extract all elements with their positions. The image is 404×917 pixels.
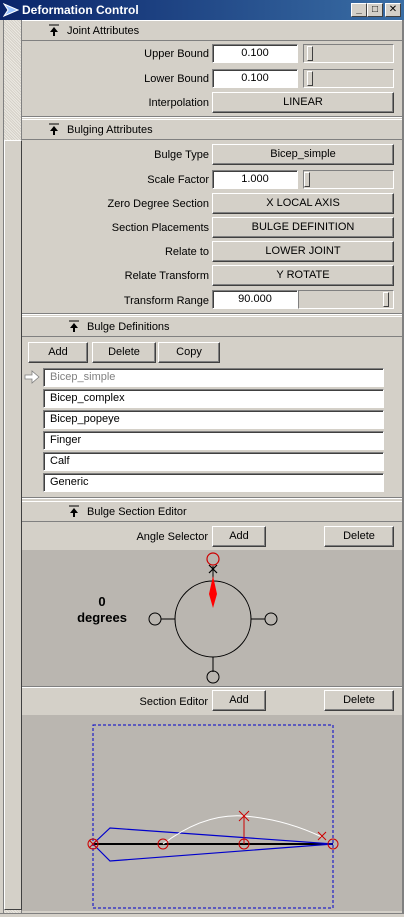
zero-degree-section-label: Zero Degree Section xyxy=(107,198,210,210)
relate-transform-label: Relate Transform xyxy=(124,270,209,282)
interpolation-label: Interpolation xyxy=(148,97,209,109)
angle-handle[interactable] xyxy=(264,612,278,626)
copy-definition-button[interactable]: Copy xyxy=(158,342,220,363)
maximize-button[interactable]: □ xyxy=(367,3,383,17)
slider-thumb[interactable] xyxy=(307,71,313,86)
list-item[interactable]: Generic xyxy=(43,473,384,492)
minimize-button[interactable]: _ xyxy=(351,3,367,17)
lower-bound-field[interactable]: 0.100 xyxy=(212,69,298,88)
section-add-button[interactable]: Add xyxy=(212,690,266,711)
interpolation-dropdown[interactable]: LINEAR xyxy=(212,92,394,113)
selection-arrow-icon xyxy=(24,370,40,384)
section-title: Bulging Attributes xyxy=(67,124,153,136)
collapse-arrow-icon xyxy=(69,505,79,517)
slider-thumb[interactable] xyxy=(307,46,313,61)
zero-degree-section-dropdown[interactable]: X LOCAL AXIS xyxy=(212,193,394,214)
angle-handle[interactable] xyxy=(206,670,220,684)
window-frame-bottom xyxy=(0,913,404,917)
bulge-profile-curve xyxy=(162,815,323,845)
slider-thumb[interactable] xyxy=(383,292,389,307)
list-item[interactable]: Calf xyxy=(43,452,384,471)
app-icon xyxy=(3,3,19,17)
transform-range-label: Transform Range xyxy=(123,295,209,307)
scale-factor-field[interactable]: 1.000 xyxy=(212,170,298,189)
delete-definition-button[interactable]: Delete xyxy=(92,342,156,363)
scale-factor-label: Scale Factor xyxy=(147,174,209,186)
upper-bound-slider[interactable] xyxy=(303,44,394,63)
section-curve-editor[interactable] xyxy=(22,715,402,911)
list-item[interactable]: Bicep_popeye xyxy=(43,410,384,429)
divider xyxy=(22,497,402,499)
section-bounding-box xyxy=(92,724,334,909)
bulge-section-editor-header[interactable]: Bulge Section Editor xyxy=(22,501,402,522)
divider xyxy=(22,686,402,688)
content-panel: Joint Attributes Upper Bound 0.100 Lower… xyxy=(22,20,402,915)
angle-selector-label: Angle Selector xyxy=(136,531,208,543)
bulging-attributes-header[interactable]: Bulging Attributes xyxy=(22,119,402,140)
joint-attributes-header[interactable]: Joint Attributes xyxy=(22,20,402,41)
angle-dial[interactable] xyxy=(22,550,402,686)
list-item[interactable]: Bicep_complex xyxy=(43,389,384,408)
title-bar[interactable]: Deformation Control _ □ ✕ xyxy=(0,0,404,20)
list-item[interactable]: Finger xyxy=(43,431,384,450)
scale-factor-slider[interactable] xyxy=(303,170,394,189)
collapse-arrow-icon xyxy=(49,24,59,36)
divider xyxy=(22,313,402,315)
list-item[interactable]: Bicep_simple xyxy=(43,368,384,387)
collapse-arrow-icon xyxy=(69,320,79,332)
angle-delete-button[interactable]: Delete xyxy=(324,526,394,547)
section-title: Joint Attributes xyxy=(67,25,140,37)
relate-to-label: Relate to xyxy=(164,246,209,258)
divider xyxy=(22,116,402,118)
angle-handle-selected[interactable] xyxy=(206,552,220,566)
lower-bound-slider[interactable] xyxy=(303,69,394,88)
angle-handle[interactable] xyxy=(148,612,162,626)
section-editor-canvas[interactable] xyxy=(22,715,402,911)
slider-thumb[interactable] xyxy=(304,172,310,187)
add-definition-button[interactable]: Add xyxy=(28,342,88,363)
section-placements-label: Section Placements xyxy=(111,222,209,234)
section-title: Bulge Definitions xyxy=(87,321,170,333)
bulge-type-dropdown[interactable]: Bicep_simple xyxy=(212,144,394,165)
section-placements-dropdown[interactable]: BULGE DEFINITION xyxy=(212,217,394,238)
bulge-type-label: Bulge Type xyxy=(154,149,209,161)
section-delete-button[interactable]: Delete xyxy=(324,690,394,711)
transform-range-slider[interactable] xyxy=(298,290,394,309)
lower-bound-label: Lower Bound xyxy=(144,73,209,85)
angle-add-button[interactable]: Add xyxy=(212,526,266,547)
upper-bound-field[interactable]: 0.100 xyxy=(212,44,298,63)
relate-to-dropdown[interactable]: LOWER JOINT xyxy=(212,241,394,262)
angle-selector-canvas[interactable]: 0 degrees xyxy=(22,550,402,686)
upper-bound-label: Upper Bound xyxy=(144,48,209,60)
window-title: Deformation Control xyxy=(22,3,139,17)
transform-range-field[interactable]: 90.000 xyxy=(212,290,298,309)
collapse-arrow-icon xyxy=(49,123,59,135)
relate-transform-dropdown[interactable]: Y ROTATE xyxy=(212,265,394,286)
section-title: Bulge Section Editor xyxy=(87,506,187,518)
section-editor-label: Section Editor xyxy=(139,696,208,708)
scrollbar-thumb[interactable] xyxy=(4,140,22,910)
close-button[interactable]: ✕ xyxy=(385,3,401,17)
bulge-definitions-header[interactable]: Bulge Definitions xyxy=(22,316,402,337)
